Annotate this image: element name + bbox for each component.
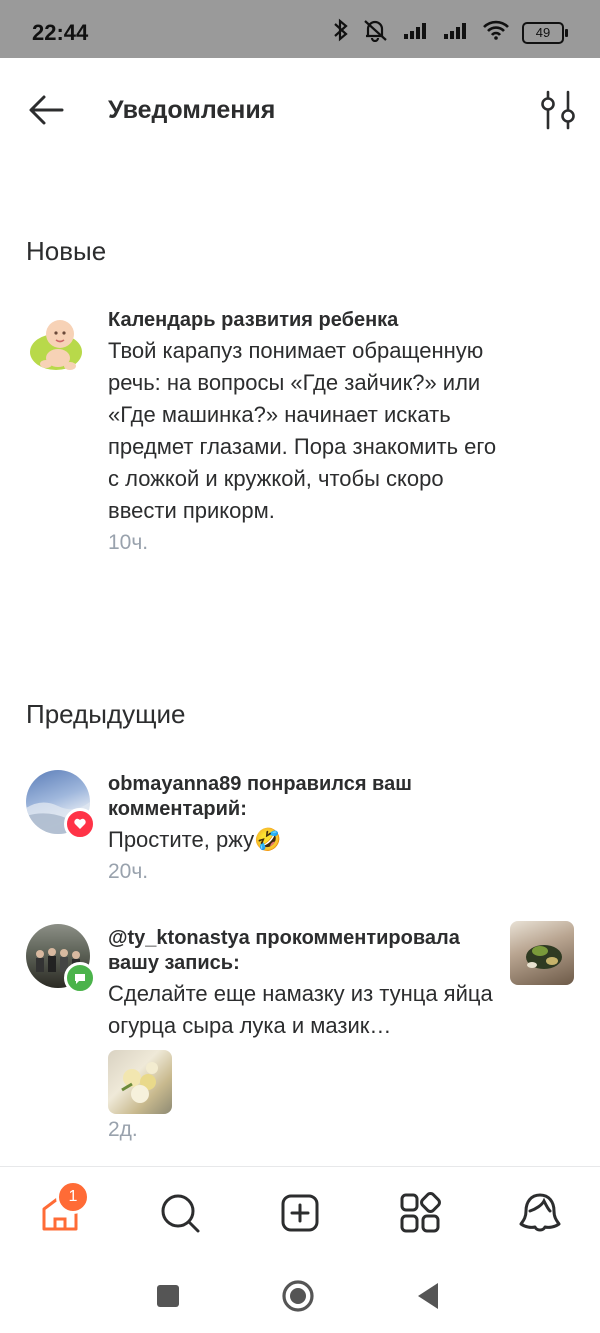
square-nav-icon	[157, 1285, 179, 1307]
section-title-new: Новые	[26, 236, 107, 266]
tab-bar: 1	[0, 1166, 600, 1263]
post-photo-thumbnail[interactable]	[510, 921, 574, 985]
comment-icon	[75, 974, 85, 984]
notification-author: @ty_ktonastya прокомментировала вашу зап…	[108, 927, 460, 974]
tab-add-post[interactable]	[276, 1189, 324, 1237]
tab-search[interactable]	[156, 1189, 204, 1237]
baby-avatar-icon	[30, 320, 82, 370]
signal-icon	[402, 20, 430, 45]
heart-icon	[74, 818, 86, 829]
status-time: 22:44	[32, 20, 89, 45]
page-title: Уведомления	[108, 96, 276, 124]
search-icon	[161, 1194, 200, 1233]
notification-text: Твой карапуз понимает обращенную речь: н…	[108, 338, 497, 523]
food-photo-icon	[121, 1062, 158, 1103]
back-triangle-nav-icon	[418, 1283, 438, 1309]
filter-settings-icon	[541, 90, 575, 130]
services-icon	[400, 1192, 441, 1233]
home-badge: 1	[56, 1180, 90, 1214]
back-nav-button[interactable]	[410, 1278, 446, 1314]
comment-badge	[64, 962, 96, 994]
arrow-left-icon	[29, 95, 64, 125]
comment-photo-thumbnail[interactable]	[108, 1050, 172, 1114]
battery-icon: 49	[522, 21, 568, 44]
bluetooth-icon	[332, 18, 350, 47]
tab-services[interactable]	[396, 1189, 444, 1237]
add-post-icon	[281, 1194, 319, 1232]
status-icons: 49	[332, 18, 568, 47]
notification-time: 2д.	[108, 1118, 138, 1141]
header: Уведомления	[0, 58, 600, 162]
notification-content: @ty_ktonastya прокомментировала вашу зап…	[108, 926, 498, 1142]
notification-content: Календарь развития ребенка Твой карапуз …	[108, 308, 498, 555]
notification-time: 20ч.	[108, 860, 149, 883]
mute-icon	[362, 18, 390, 47]
food-photo-icon	[526, 945, 562, 969]
signal-icon	[442, 20, 470, 45]
tab-profile[interactable]	[516, 1189, 564, 1237]
back-button[interactable]	[26, 90, 66, 130]
avatar	[26, 312, 90, 376]
home-circle-nav-icon	[282, 1280, 314, 1312]
recents-button[interactable]	[150, 1278, 186, 1314]
notification-content: obmayanna89 понравился ваш комментарий: …	[108, 772, 498, 884]
section-title-previous: Предыдущие	[26, 699, 186, 729]
wifi-icon	[482, 20, 510, 45]
notification-author: obmayanna89 понравился ваш комментарий:	[108, 773, 412, 820]
heart-badge	[64, 808, 96, 840]
home-nav-button[interactable]	[280, 1278, 316, 1314]
status-bar: 22:44 49	[0, 0, 600, 58]
filter-button[interactable]	[538, 88, 578, 132]
notification-item[interactable]: obmayanna89 понравился ваш комментарий: …	[0, 770, 600, 890]
system-nav-bar	[0, 1262, 600, 1333]
profile-icon	[519, 1193, 561, 1232]
notification-time: 10ч.	[108, 531, 149, 554]
notification-text: Простите, ржу🤣	[108, 827, 282, 852]
notification-author: Календарь развития ребенка	[108, 309, 399, 331]
notification-item[interactable]: Календарь развития ребенка Твой карапуз …	[0, 308, 600, 628]
notification-item[interactable]: @ty_ktonastya прокомментировала вашу зап…	[0, 921, 600, 1154]
notification-text: Сделайте еще намазку из тунца яйца огурц…	[108, 981, 493, 1038]
